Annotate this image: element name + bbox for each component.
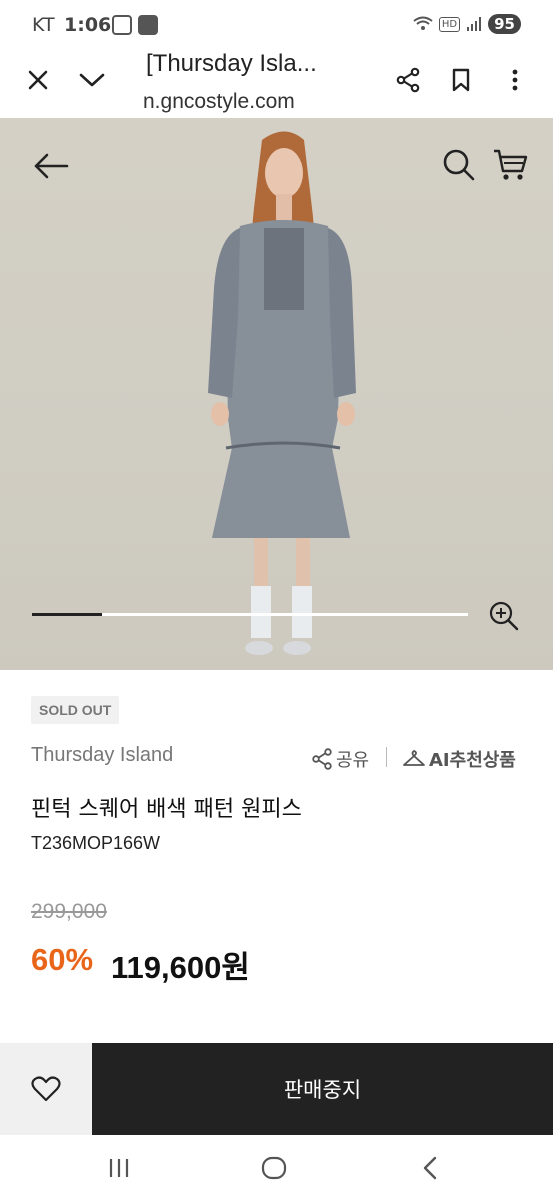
home-button[interactable] (254, 1151, 294, 1185)
home-icon (261, 1156, 287, 1180)
close-tab-button[interactable] (20, 62, 56, 98)
carrier-label: KT (32, 14, 55, 36)
back-button[interactable] (30, 148, 72, 184)
ai-recommend-label: AI추천상품 (429, 750, 516, 771)
zoom-in-icon (489, 601, 519, 631)
search-button[interactable] (440, 146, 478, 184)
minimize-button[interactable] (74, 62, 110, 98)
bookmark-icon (452, 68, 470, 92)
product-image[interactable] (0, 118, 553, 670)
zoom-button[interactable] (488, 600, 520, 632)
system-nav-bar (0, 1135, 553, 1200)
status-bar: KT 1:06 HD 95 (0, 0, 553, 50)
close-icon (28, 70, 48, 90)
hanger-icon (403, 750, 425, 766)
more-options-button[interactable] (497, 62, 533, 98)
share-icon (396, 67, 420, 93)
signal-icon (467, 17, 482, 31)
arrow-left-icon (34, 153, 69, 179)
sold-out-badge: SOLD OUT (31, 696, 120, 724)
image-progress-track (32, 613, 468, 616)
heart-icon (31, 1076, 61, 1102)
status-right: HD 95 (413, 14, 521, 34)
original-price: 299,000 (31, 900, 107, 923)
page-title: [Thursday Isla... (146, 50, 317, 77)
system-back-button[interactable] (410, 1151, 450, 1185)
product-name: 핀턱 스퀘어 배색 패턴 원피스 (31, 797, 302, 822)
recent-apps-button[interactable] (99, 1151, 139, 1185)
browser-toolbar: [Thursday Isla... n.gncostyle.com (0, 50, 553, 118)
battery-indicator: 95 (488, 14, 521, 34)
discount-rate: 60% (31, 942, 94, 977)
chevron-left-icon (423, 1156, 437, 1180)
wifi-icon (413, 16, 433, 30)
product-code: T236MOP166W (31, 833, 161, 853)
search-icon (443, 149, 475, 181)
cart-icon (494, 149, 528, 180)
chevron-down-icon (79, 73, 105, 87)
share-page-button[interactable] (390, 62, 426, 98)
recent-apps-icon (109, 1159, 129, 1177)
share-icon (312, 748, 332, 770)
image-progress-fill (32, 613, 102, 616)
screenshot-icon (112, 15, 132, 35)
page-url[interactable]: n.gncostyle.com (143, 90, 295, 114)
share-label: 공유 (336, 750, 370, 771)
brand-name[interactable]: Thursday Island (31, 744, 173, 767)
notification-icons (112, 15, 158, 35)
hd-icon: HD (438, 16, 461, 32)
sale-stopped-label: 판매중지 (283, 1078, 362, 1102)
more-vertical-icon (512, 69, 518, 91)
action-divider (386, 747, 387, 767)
model-photo (208, 131, 356, 655)
wishlist-button[interactable] (0, 1043, 92, 1135)
sale-price: 119,600원 (111, 950, 250, 985)
bank-app-icon (138, 15, 158, 35)
sale-stopped-button[interactable]: 판매중지 (92, 1043, 553, 1135)
clock: 1:06 (64, 14, 112, 36)
cart-button[interactable] (490, 146, 530, 184)
bookmark-button[interactable] (443, 62, 479, 98)
ai-recommend-button[interactable]: AI추천상품 (402, 746, 516, 772)
share-button[interactable]: 공유 (311, 746, 369, 772)
